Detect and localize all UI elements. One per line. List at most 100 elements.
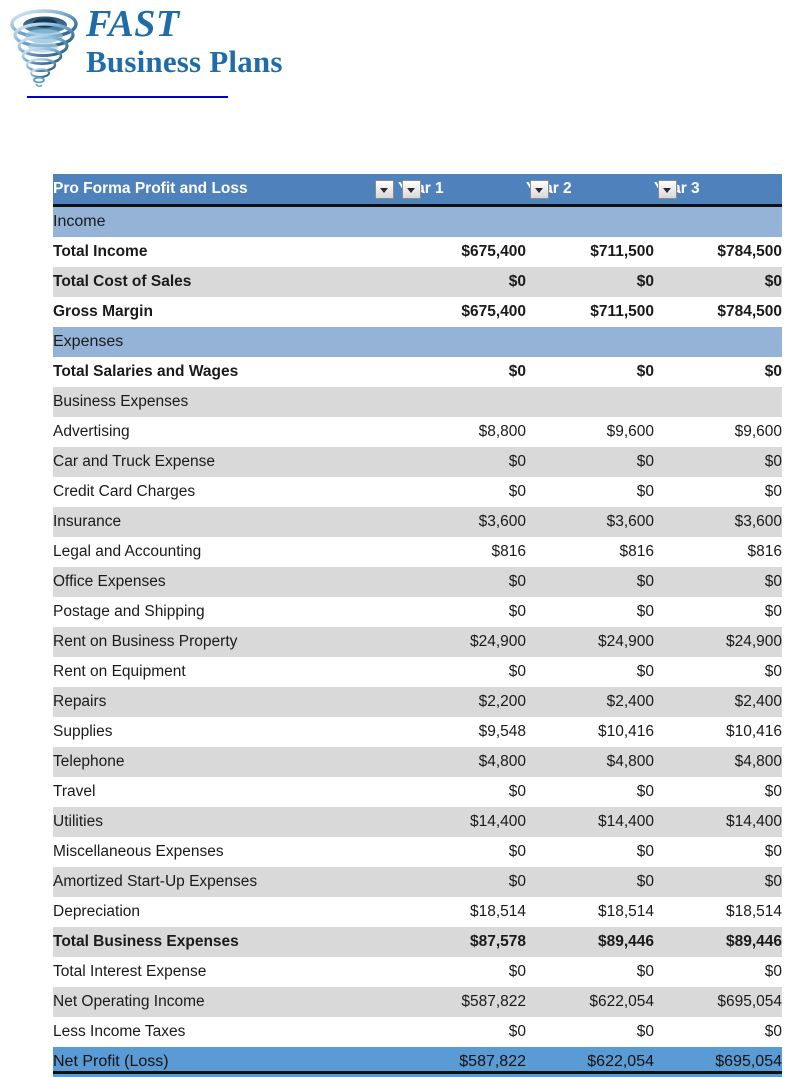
row-value-year-3: $0 bbox=[654, 357, 782, 387]
row-label: Business Expenses bbox=[53, 387, 398, 417]
column-header-year-3[interactable]: Year 3 bbox=[654, 174, 782, 206]
row-value-year-3: $0 bbox=[654, 867, 782, 897]
table-row: Total Cost of Sales$0$0$0 bbox=[53, 267, 782, 297]
table-row: Office Expenses$0$0$0 bbox=[53, 567, 782, 597]
filter-dropdown-title[interactable] bbox=[375, 180, 394, 199]
row-label: Total Interest Expense bbox=[53, 957, 398, 987]
row-value-year-2: $10,416 bbox=[526, 717, 654, 747]
filter-dropdown-year-1[interactable] bbox=[402, 180, 421, 199]
row-label: Amortized Start-Up Expenses bbox=[53, 867, 398, 897]
row-value-year-1: $4,800 bbox=[398, 747, 526, 777]
row-value-year-1: $0 bbox=[398, 837, 526, 867]
row-value-year-3: $14,400 bbox=[654, 807, 782, 837]
row-value-year-2 bbox=[526, 327, 654, 357]
table-row: Repairs$2,200$2,400$2,400 bbox=[53, 687, 782, 717]
table-row: Expenses bbox=[53, 327, 782, 357]
table-row: Total Interest Expense$0$0$0 bbox=[53, 957, 782, 987]
row-label: Total Income bbox=[53, 237, 398, 267]
row-value-year-3: $2,400 bbox=[654, 687, 782, 717]
row-value-year-3: $10,416 bbox=[654, 717, 782, 747]
chevron-down-icon bbox=[535, 188, 543, 193]
row-value-year-2: $0 bbox=[526, 567, 654, 597]
row-value-year-3 bbox=[654, 387, 782, 417]
row-value-year-2: $622,054 bbox=[526, 987, 654, 1017]
table-row: Utilities$14,400$14,400$14,400 bbox=[53, 807, 782, 837]
brand-name-business-plans: Business Plans bbox=[86, 44, 283, 80]
row-label: Postage and Shipping bbox=[53, 597, 398, 627]
row-value-year-3: $18,514 bbox=[654, 897, 782, 927]
table-row: Rent on Equipment$0$0$0 bbox=[53, 657, 782, 687]
row-value-year-3: $4,800 bbox=[654, 747, 782, 777]
row-value-year-2: $0 bbox=[526, 837, 654, 867]
row-value-year-3: $784,500 bbox=[654, 237, 782, 267]
row-value-year-1: $0 bbox=[398, 447, 526, 477]
row-value-year-1: $0 bbox=[398, 567, 526, 597]
table-header-row: Pro Forma Profit and Loss Year 1 Year 2 … bbox=[53, 174, 782, 206]
row-value-year-2: $0 bbox=[526, 1017, 654, 1047]
row-value-year-1 bbox=[398, 387, 526, 417]
table-header: Pro Forma Profit and Loss Year 1 Year 2 … bbox=[53, 174, 782, 206]
row-value-year-3: $816 bbox=[654, 537, 782, 567]
table-row: Total Income$675,400$711,500$784,500 bbox=[53, 237, 782, 267]
row-value-year-1: $8,800 bbox=[398, 417, 526, 447]
filter-dropdown-year-2[interactable] bbox=[530, 180, 549, 199]
row-value-year-1: $24,900 bbox=[398, 627, 526, 657]
row-value-year-1: $18,514 bbox=[398, 897, 526, 927]
row-label: Miscellaneous Expenses bbox=[53, 837, 398, 867]
row-value-year-1: $14,400 bbox=[398, 807, 526, 837]
row-value-year-1: $0 bbox=[398, 867, 526, 897]
table-row: Miscellaneous Expenses$0$0$0 bbox=[53, 837, 782, 867]
table-row: Total Business Expenses$87,578$89,446$89… bbox=[53, 927, 782, 957]
row-value-year-2: $14,400 bbox=[526, 807, 654, 837]
row-value-year-3: $0 bbox=[654, 1017, 782, 1047]
table-row: Less Income Taxes$0$0$0 bbox=[53, 1017, 782, 1047]
row-label: Rent on Equipment bbox=[53, 657, 398, 687]
row-value-year-2: $9,600 bbox=[526, 417, 654, 447]
row-value-year-3: $784,500 bbox=[654, 297, 782, 327]
table-row: Business Expenses bbox=[53, 387, 782, 417]
row-value-year-2: $0 bbox=[526, 357, 654, 387]
row-value-year-2: $89,446 bbox=[526, 927, 654, 957]
row-value-year-1: $0 bbox=[398, 597, 526, 627]
row-value-year-3: $24,900 bbox=[654, 627, 782, 657]
row-value-year-2: $0 bbox=[526, 447, 654, 477]
row-label: Supplies bbox=[53, 717, 398, 747]
column-header-year-1[interactable]: Year 1 bbox=[398, 174, 526, 206]
table-row: Postage and Shipping$0$0$0 bbox=[53, 597, 782, 627]
brand-name-fast: FAST bbox=[86, 4, 283, 44]
column-header-title[interactable]: Pro Forma Profit and Loss bbox=[53, 174, 398, 206]
row-label: Net Operating Income bbox=[53, 987, 398, 1017]
row-value-year-2 bbox=[526, 206, 654, 238]
row-value-year-3: $0 bbox=[654, 597, 782, 627]
row-value-year-3 bbox=[654, 327, 782, 357]
row-value-year-2: $0 bbox=[526, 867, 654, 897]
row-value-year-1: $0 bbox=[398, 477, 526, 507]
row-value-year-1: $0 bbox=[398, 777, 526, 807]
row-value-year-1: $587,822 bbox=[398, 987, 526, 1017]
row-value-year-3: $0 bbox=[654, 657, 782, 687]
row-value-year-3: $0 bbox=[654, 777, 782, 807]
table-row: Car and Truck Expense$0$0$0 bbox=[53, 447, 782, 477]
row-label: Less Income Taxes bbox=[53, 1017, 398, 1047]
row-value-year-1: $0 bbox=[398, 267, 526, 297]
row-value-year-2: $24,900 bbox=[526, 627, 654, 657]
row-label: Advertising bbox=[53, 417, 398, 447]
row-value-year-3: $9,600 bbox=[654, 417, 782, 447]
row-value-year-3: $89,446 bbox=[654, 927, 782, 957]
row-value-year-1 bbox=[398, 206, 526, 238]
row-value-year-1: $87,578 bbox=[398, 927, 526, 957]
table-row: Net Operating Income$587,822$622,054$695… bbox=[53, 987, 782, 1017]
table-row: Gross Margin$675,400$711,500$784,500 bbox=[53, 297, 782, 327]
brand-header: FAST Business Plans bbox=[0, 0, 789, 112]
row-value-year-1: $675,400 bbox=[398, 297, 526, 327]
row-value-year-1 bbox=[398, 327, 526, 357]
row-value-year-1: $675,400 bbox=[398, 237, 526, 267]
column-header-year-2[interactable]: Year 2 bbox=[526, 174, 654, 206]
row-label: Gross Margin bbox=[53, 297, 398, 327]
table-row: Supplies$9,548$10,416$10,416 bbox=[53, 717, 782, 747]
row-value-year-2 bbox=[526, 387, 654, 417]
chevron-down-icon bbox=[663, 188, 671, 193]
filter-dropdown-year-3[interactable] bbox=[658, 180, 677, 199]
row-value-year-3: $0 bbox=[654, 477, 782, 507]
row-value-year-3: $0 bbox=[654, 267, 782, 297]
